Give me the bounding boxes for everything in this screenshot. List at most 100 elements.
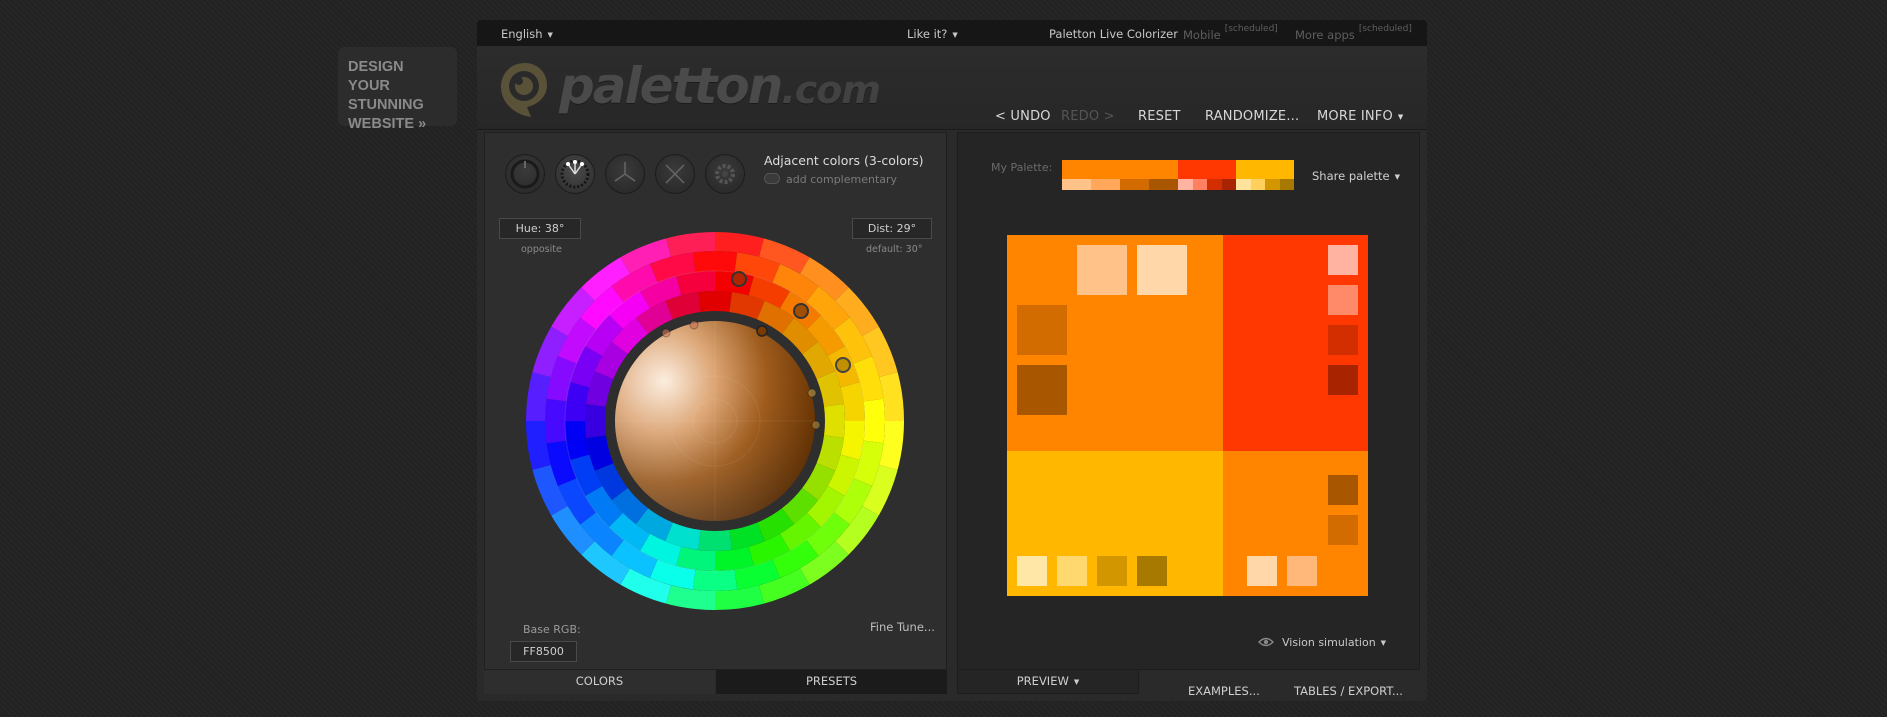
swatch-tr-2[interactable] (1328, 325, 1358, 355)
language-dropdown[interactable]: English ▼ (501, 27, 553, 41)
tables-export-link[interactable]: TABLES / EXPORT... (1294, 684, 1403, 698)
promo-line: DESIGN YOUR (348, 59, 404, 94)
caret-down-icon: ▼ (1394, 173, 1400, 181)
share-palette-dropdown[interactable]: Share palette ▼ (1312, 169, 1400, 183)
logo-tld: .com (781, 68, 881, 112)
color-wheel[interactable] (525, 231, 905, 611)
hue-segment (698, 530, 732, 551)
swatch-br-1[interactable] (1328, 515, 1358, 545)
tab-preview-label: PREVIEW (1016, 674, 1069, 688)
swatch-bl-2[interactable] (1097, 556, 1127, 586)
logo-name: paletton (559, 57, 783, 115)
palette-group[interactable] (1062, 160, 1178, 190)
base-rgb-field[interactable]: FF8500 (510, 641, 577, 662)
palette-shade-swatch[interactable] (1192, 179, 1207, 190)
swatch-tl-2[interactable] (1017, 305, 1067, 355)
swatch-tl-3[interactable] (1017, 365, 1067, 415)
palette-main-swatch[interactable] (1178, 160, 1236, 179)
palette-shade-swatch[interactable] (1279, 179, 1294, 190)
swatch-tr-3[interactable] (1328, 365, 1358, 395)
palette-shade-swatch[interactable] (1265, 179, 1280, 190)
palette-shade-swatch[interactable] (1236, 179, 1251, 190)
promo-line: WEBSITE » (348, 116, 427, 132)
palette-main-swatch[interactable] (1062, 160, 1178, 179)
swatch-tl-0[interactable] (1077, 245, 1127, 295)
fine-tune-link[interactable]: Fine Tune... (870, 620, 935, 634)
palette-shade-swatch[interactable] (1178, 179, 1193, 190)
inner-handle[interactable] (811, 420, 821, 430)
swatch-bl-1[interactable] (1057, 556, 1087, 586)
secondary1-handle[interactable] (731, 271, 747, 287)
like-it-label: Like it? (907, 27, 948, 41)
share-palette-label: Share palette (1312, 169, 1390, 183)
language-label: English (501, 27, 543, 41)
vision-simulation-label: Vision simulation (1282, 636, 1376, 649)
secondary2-handle[interactable] (835, 357, 851, 373)
swatch-br-0[interactable] (1328, 475, 1358, 505)
tab-preview[interactable]: PREVIEW ▼ (957, 670, 1139, 694)
promo-line: STUNNING (348, 97, 424, 113)
caret-down-icon: ▼ (547, 31, 553, 39)
hue-segment (824, 404, 845, 438)
left-tabs: COLORS PRESETS (484, 670, 947, 694)
randomize-button[interactable]: RANDOMIZE... (1205, 109, 1299, 124)
inner-handle[interactable] (661, 328, 671, 338)
inner-handle[interactable] (807, 388, 817, 398)
palette-shade-swatch[interactable] (1149, 179, 1178, 190)
add-complementary-toggle[interactable]: add complementary (764, 173, 897, 186)
hue-segment (698, 291, 732, 312)
tetrad-scheme-icon[interactable] (655, 154, 695, 194)
more-info-dropdown[interactable]: MORE INFO ▼ (1317, 109, 1404, 124)
primary-handle[interactable] (793, 303, 809, 319)
inner-handle[interactable] (689, 320, 699, 330)
adjacent-scheme-icon[interactable] (555, 154, 595, 194)
mobile-link[interactable]: Mobile [scheduled] (1183, 24, 1278, 42)
palette-shade-swatch[interactable] (1207, 179, 1222, 190)
primary-inner-handle[interactable] (756, 325, 768, 337)
triad-scheme-icon[interactable] (605, 154, 645, 194)
palette-shade-swatch[interactable] (1250, 179, 1265, 190)
hue-segment (585, 404, 606, 438)
palette-shade-swatch[interactable] (1062, 179, 1091, 190)
palette-shade-swatch[interactable] (1120, 179, 1149, 190)
swatch-br-3[interactable] (1287, 556, 1317, 586)
design-website-promo[interactable]: DESIGN YOUR STUNNING WEBSITE » (338, 47, 457, 132)
paletton-logo[interactable]: paletton.com (497, 57, 897, 121)
scheduled-badge: [scheduled] (1358, 24, 1412, 34)
tab-colors[interactable]: COLORS (484, 670, 715, 694)
live-colorizer-link[interactable]: Paletton Live Colorizer (1049, 27, 1178, 41)
swatch-bl-3[interactable] (1137, 556, 1167, 586)
swatch-bl-0[interactable] (1017, 556, 1047, 586)
vision-simulation-dropdown[interactable]: Vision simulation ▼ (1258, 636, 1386, 649)
tab-presets[interactable]: PRESETS (716, 670, 947, 694)
mono-scheme-icon[interactable] (505, 154, 545, 194)
caret-down-icon: ▼ (1397, 113, 1404, 121)
more-info-label: MORE INFO (1317, 109, 1393, 124)
swatch-br-2[interactable] (1247, 556, 1277, 586)
hue-segment (863, 398, 885, 444)
base-rgb-label: Base RGB: (523, 623, 581, 636)
palette-group[interactable] (1236, 160, 1294, 190)
palette-group[interactable] (1178, 160, 1236, 190)
palette-preview[interactable] (1007, 235, 1368, 596)
undo-button[interactable]: < UNDO (995, 109, 1051, 124)
swatch-tr-1[interactable] (1328, 285, 1358, 315)
palette-shade-swatch[interactable] (1091, 179, 1120, 190)
like-it-dropdown[interactable]: Like it? ▼ (907, 27, 958, 41)
examples-link[interactable]: EXAMPLES... (1188, 684, 1260, 698)
swatch-tl-1[interactable] (1137, 245, 1187, 295)
palette-main-swatch[interactable] (1236, 160, 1294, 179)
app-window: English ▼ Like it? ▼ Paletton Live Coloriz… (477, 20, 1427, 701)
redo-button[interactable]: REDO > (1061, 109, 1115, 124)
my-palette-strip[interactable] (1062, 160, 1296, 190)
reset-button[interactable]: RESET (1138, 109, 1181, 124)
eye-icon (1258, 637, 1274, 647)
swatch-tr-0[interactable] (1328, 245, 1358, 275)
hue-segment (692, 251, 738, 273)
hue-segment (692, 569, 738, 591)
palette-shade-swatch[interactable] (1221, 179, 1236, 190)
more-apps-link[interactable]: More apps [scheduled] (1295, 24, 1412, 42)
free-style-icon[interactable] (705, 154, 745, 194)
caret-down-icon: ▼ (1073, 678, 1080, 686)
caret-down-icon: ▼ (1380, 639, 1387, 647)
